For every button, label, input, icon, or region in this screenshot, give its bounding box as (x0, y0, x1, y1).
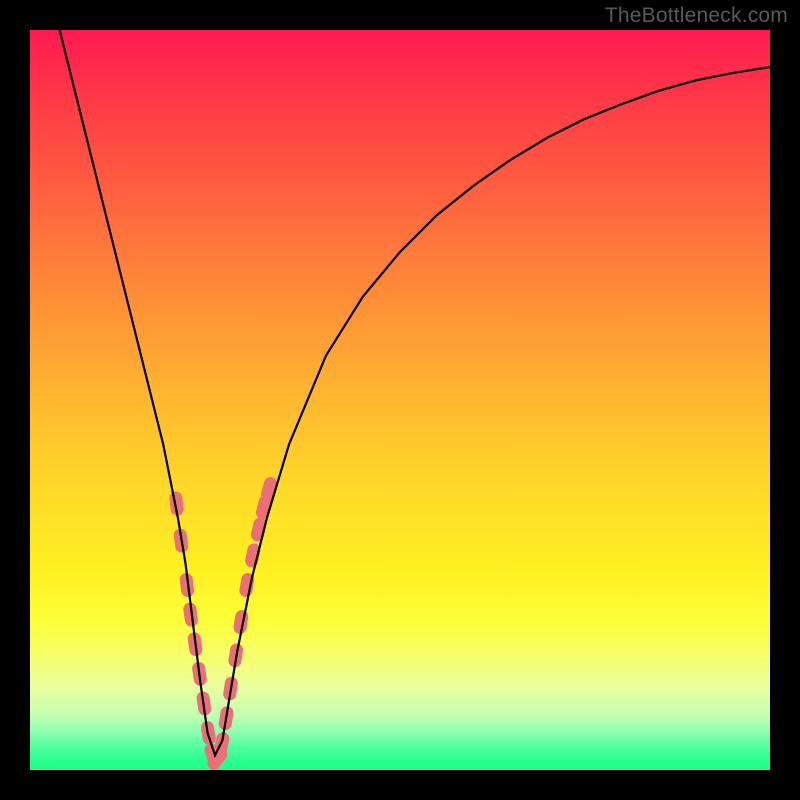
watermark-text: TheBottleneck.com (605, 4, 788, 28)
plot-area (30, 30, 770, 770)
chart-svg (30, 30, 770, 770)
chart-frame: TheBottleneck.com (0, 0, 800, 800)
marker-group (169, 475, 279, 770)
bottleneck-curve (60, 30, 770, 755)
